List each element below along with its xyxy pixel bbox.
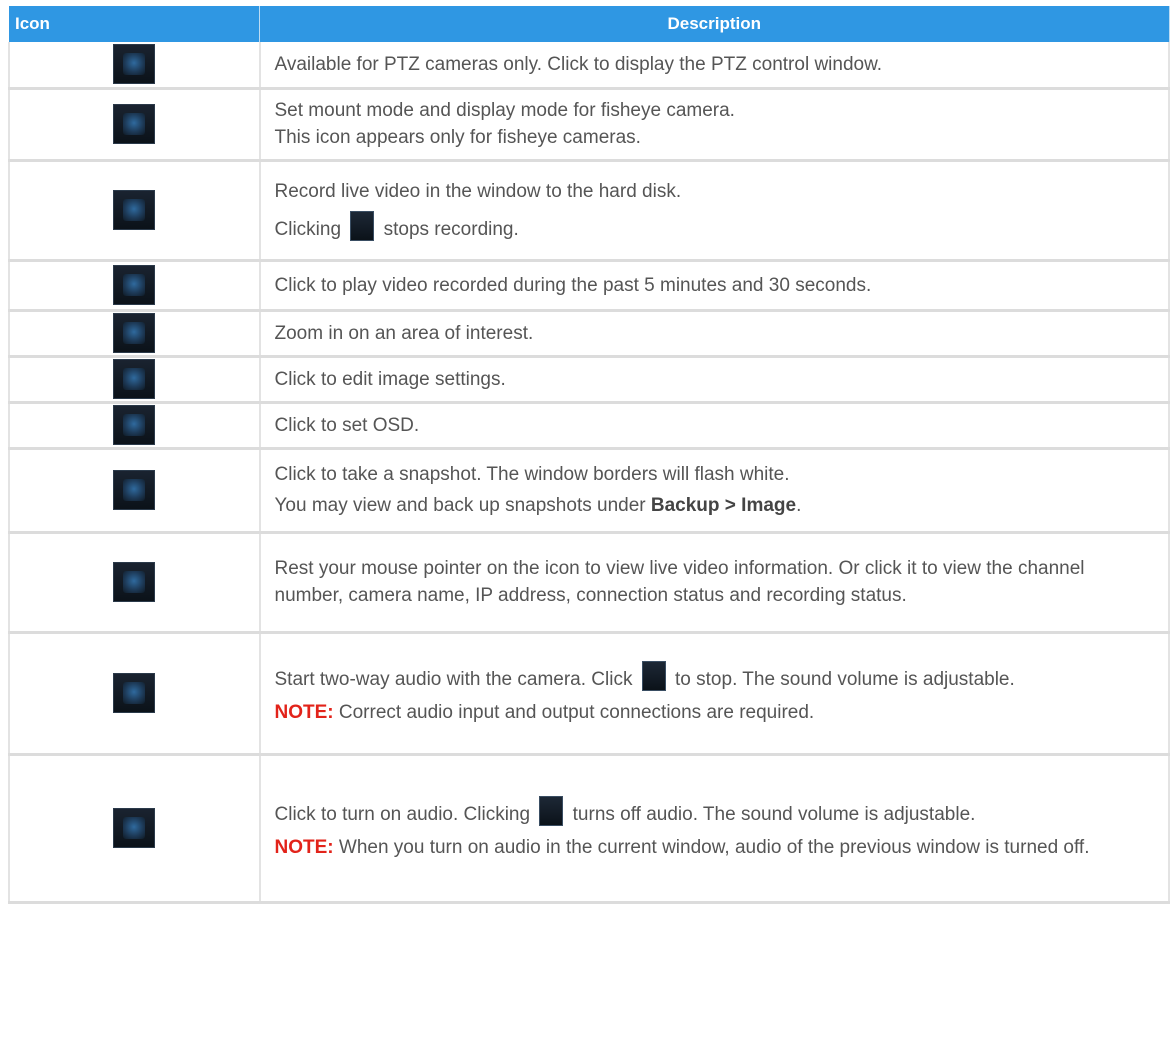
icon-cell (8, 42, 261, 90)
instant-playback-icon (113, 265, 156, 305)
inline-text: turns off audio. The sound volume is adj… (572, 803, 976, 825)
table-row: Rest your mouse pointer on the icon to v… (8, 532, 1170, 634)
inline-text: Start two-way audio with the camera. Cli… (274, 668, 633, 690)
description-line: Click to edit image settings. (274, 368, 506, 390)
description-line: Click to set OSD. (274, 414, 420, 436)
icon-cell (8, 532, 261, 634)
inline-text: . (796, 495, 802, 516)
description-line: Click to play video recorded during the … (274, 274, 872, 296)
description-cell: Click to set OSD. (259, 402, 1170, 450)
table-row: Click to set OSD. (8, 402, 1170, 450)
audio-icon (113, 808, 156, 848)
inline-text: Click to turn on audio. Clicking (274, 803, 531, 825)
description-cell: Available for PTZ cameras only. Click to… (259, 42, 1170, 90)
stop-two-way-audio-icon (641, 660, 666, 691)
digital-zoom-icon (113, 313, 156, 353)
fisheye-mode-icon (113, 104, 156, 144)
note-text: Correct audio input and output connectio… (333, 701, 815, 723)
inline-text: to stop. The sound volume is adjustable. (675, 668, 1015, 690)
description-line: Record live video in the window to the h… (274, 180, 682, 202)
audio-off-icon (539, 795, 564, 826)
icon-cell (8, 160, 261, 262)
description-cell: Click to turn on audio. Clicking turns o… (259, 754, 1170, 904)
description-column-header: Description (259, 6, 1170, 42)
description-line: Click to take a snapshot. The window bor… (274, 464, 790, 485)
description-cell: Zoom in on an area of interest. (259, 310, 1170, 358)
table-row: Set mount mode and display mode for fish… (8, 88, 1170, 162)
description-line: Zoom in on an area of interest. (274, 322, 534, 344)
two-way-audio-icon (113, 673, 156, 713)
description-line: Available for PTZ cameras only. Click to… (274, 53, 883, 75)
ptz-control-icon (113, 44, 156, 85)
description-cell: Set mount mode and display mode for fish… (259, 88, 1170, 162)
snapshot-icon (113, 470, 156, 510)
description-line: Clicking stops recording. (274, 210, 1155, 243)
table-row: Record live video in the window to the h… (8, 160, 1170, 262)
inline-text: You may view and back up snapshots under (274, 495, 651, 516)
description-line: This icon appears only for fisheye camer… (274, 127, 641, 148)
table-header-row: Icon Description (9, 6, 1170, 42)
description-line: Start two-way audio with the camera. Cli… (274, 660, 1155, 693)
icon-cell (8, 310, 261, 358)
stop-recording-icon (350, 210, 375, 241)
description-line: Set mount mode and display mode for fish… (274, 100, 735, 121)
menu-path: Backup > Image (650, 495, 797, 516)
note-line: NOTE: When you turn on audio in the curr… (275, 834, 1155, 861)
icon-description-table: Icon Description Available for PTZ camer… (8, 6, 1170, 904)
table-row: Click to take a snapshot. The window bor… (8, 448, 1170, 534)
icon-cell (8, 448, 261, 534)
description-cell: Record live video in the window to the h… (259, 160, 1170, 262)
image-settings-icon (113, 359, 156, 399)
table-row: Click to edit image settings. (8, 356, 1170, 404)
note-label: NOTE: (274, 836, 334, 858)
note-label: NOTE: (274, 701, 334, 723)
description-line: Click to turn on audio. Clicking turns o… (274, 795, 1155, 828)
table-row: Available for PTZ cameras only. Click to… (8, 42, 1170, 90)
icon-column-header: Icon (9, 6, 260, 42)
icon-cell (8, 632, 261, 756)
inline-text: stops recording. (383, 218, 519, 240)
note-line: NOTE: Correct audio input and output con… (275, 699, 1155, 726)
icon-cell (8, 88, 261, 162)
description-cell: Start two-way audio with the camera. Cli… (259, 632, 1170, 756)
icon-cell (8, 260, 261, 312)
table-row: Click to turn on audio. Clicking turns o… (8, 754, 1170, 904)
description-line: You may view and back up snapshots under… (275, 492, 1155, 519)
icon-cell (8, 356, 261, 404)
description-line: Rest your mouse pointer on the icon to v… (274, 558, 1085, 606)
osd-icon (113, 405, 156, 445)
info-icon (113, 562, 156, 602)
icon-cell (8, 402, 261, 450)
description-cell: Rest your mouse pointer on the icon to v… (259, 532, 1170, 634)
note-text: When you turn on audio in the current wi… (333, 836, 1090, 858)
table-row: Start two-way audio with the camera. Cli… (8, 632, 1170, 756)
description-cell: Click to take a snapshot. The window bor… (259, 448, 1170, 534)
icon-cell (8, 754, 261, 904)
table-row: Click to play video recorded during the … (8, 260, 1170, 312)
inline-text: Clicking (274, 218, 342, 240)
record-icon (113, 190, 156, 230)
description-cell: Click to play video recorded during the … (259, 260, 1170, 312)
description-cell: Click to edit image settings. (259, 356, 1170, 404)
table-row: Zoom in on an area of interest. (8, 310, 1170, 358)
